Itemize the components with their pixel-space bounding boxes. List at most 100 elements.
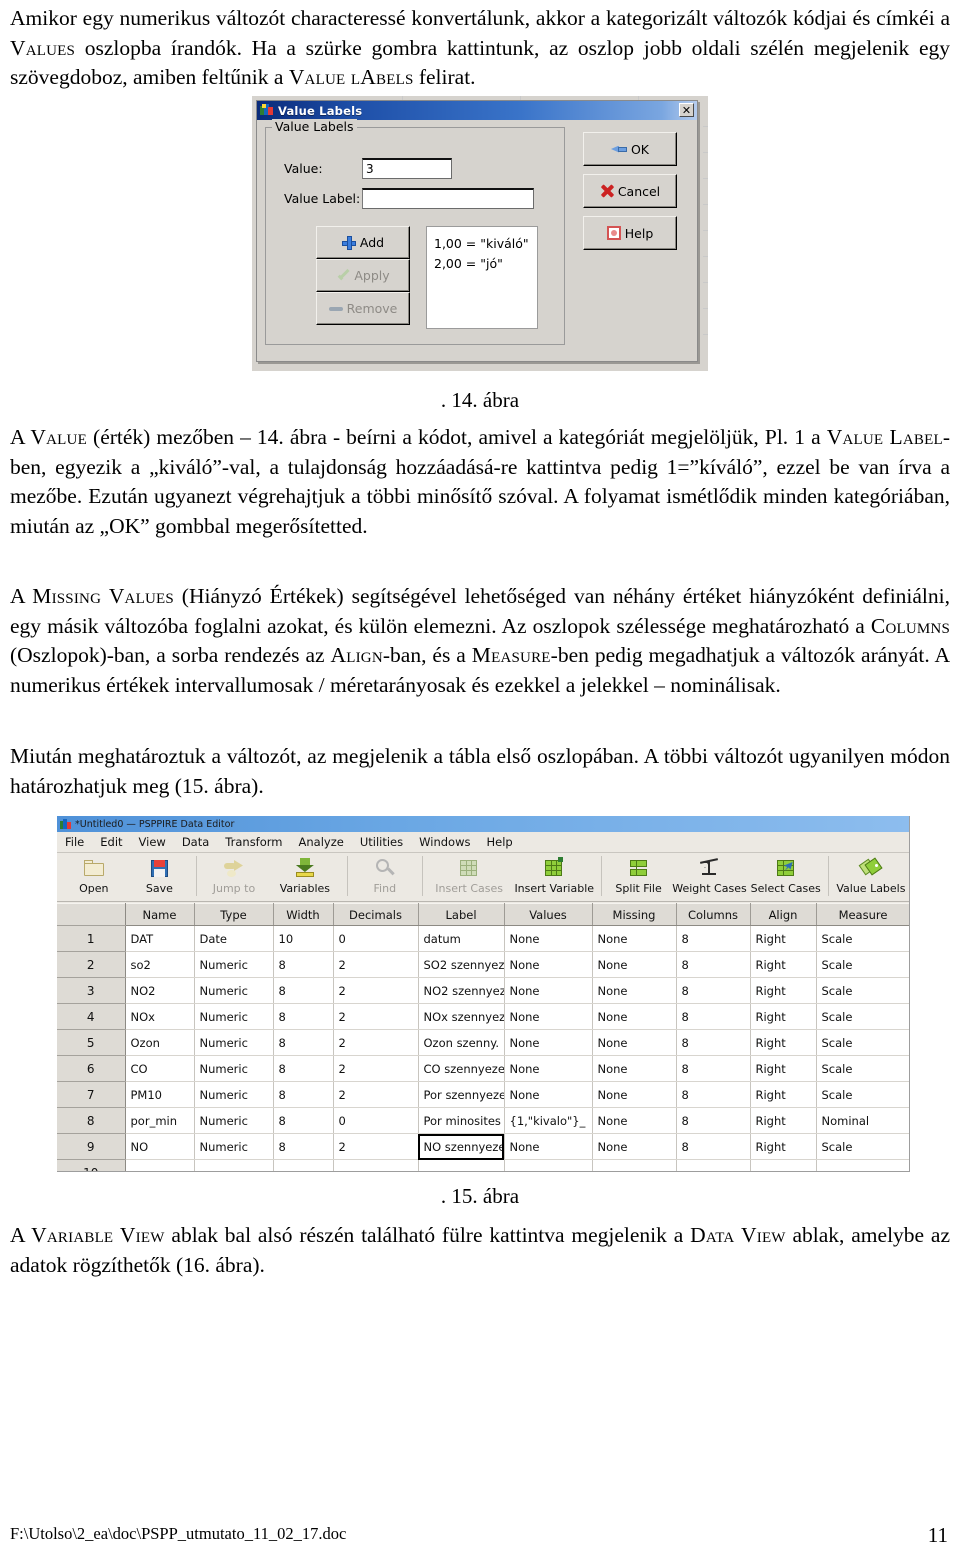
row-header-4[interactable]: 4 (57, 1003, 126, 1030)
cell-name[interactable]: NO (125, 1133, 195, 1160)
cell-decimals[interactable]: 2 (333, 977, 419, 1004)
cell-missing[interactable]: None (592, 1081, 677, 1108)
cell-measure[interactable]: Scale (816, 1055, 909, 1082)
value-labels-list[interactable]: 1,00 = "kiváló" 2,00 = "jó" (426, 226, 538, 329)
cell-label[interactable]: NOx szennyezes (418, 1003, 505, 1030)
row-header-8[interactable]: 8 (57, 1107, 126, 1134)
cell-values[interactable]: None (504, 1003, 593, 1030)
menu-view[interactable]: View (139, 835, 166, 849)
table-row[interactable]: 2so2Numeric82SO2 szennyezesNoneNone8Righ… (57, 951, 909, 978)
cell-missing[interactable] (592, 1159, 677, 1171)
cell-width[interactable]: 8 (273, 1081, 334, 1108)
toolbar-variables-button[interactable]: Variables (267, 853, 343, 901)
toolbar-weight-cases-button[interactable]: Weight Cases (671, 853, 747, 901)
cell-width[interactable]: 8 (273, 1107, 334, 1134)
cell-values[interactable]: {1,"kivalo"}_ (504, 1107, 593, 1134)
cell-width[interactable] (273, 1159, 334, 1171)
col-header-align[interactable]: Align (750, 903, 817, 926)
list-item[interactable]: 2,00 = "jó" (434, 254, 537, 274)
cell-measure[interactable]: Scale (816, 1029, 909, 1056)
cell-width[interactable]: 8 (273, 1003, 334, 1030)
cell-width[interactable]: 8 (273, 977, 334, 1004)
cell-measure[interactable]: Nominal (816, 1107, 909, 1134)
cell-columns[interactable]: 8 (676, 925, 751, 952)
cell-decimals[interactable]: 0 (333, 1107, 419, 1134)
cell-name[interactable] (125, 1159, 195, 1171)
cell-columns[interactable]: 8 (676, 977, 751, 1004)
cell-align[interactable] (750, 1159, 817, 1171)
row-header-10[interactable]: 10 (57, 1159, 126, 1171)
cell-name[interactable]: Ozon (125, 1029, 195, 1056)
col-header-missing[interactable]: Missing (592, 903, 677, 926)
cell-name[interactable]: NO2 (125, 977, 195, 1004)
cell-align[interactable]: Right (750, 1029, 817, 1056)
col-header-label[interactable]: Label (418, 903, 505, 926)
cell-type[interactable]: Numeric (194, 1003, 274, 1030)
col-header-measure[interactable]: Measure (816, 903, 909, 926)
cell-name[interactable]: so2 (125, 951, 195, 978)
dialog-title-bar[interactable]: Value Labels ✕ (257, 101, 697, 120)
cell-type[interactable]: Numeric (194, 951, 274, 978)
cell-measure[interactable]: Scale (816, 1003, 909, 1030)
cell-label[interactable]: NO szennyezes (418, 1133, 505, 1160)
cell-align[interactable]: Right (750, 1133, 817, 1160)
cell-missing[interactable]: None (592, 951, 677, 978)
add-button[interactable]: Add (316, 226, 410, 259)
toolbar-open-button[interactable]: Open (61, 853, 127, 901)
toolbar-save-button[interactable]: Save (127, 853, 193, 901)
table-row[interactable]: 1 DAT Date 10 0 datum None None 8 Right Scale (57, 925, 909, 952)
cell-type[interactable]: Numeric (194, 1029, 274, 1056)
cell-decimals[interactable]: 2 (333, 1029, 419, 1056)
cell-type[interactable]: Numeric (194, 1055, 274, 1082)
cell-columns[interactable]: 8 (676, 1107, 751, 1134)
value-label-input[interactable] (362, 188, 534, 209)
cell-columns[interactable] (676, 1159, 751, 1171)
cell-type[interactable]: Numeric (194, 1081, 274, 1108)
table-row[interactable]: 6 CO Numeric 8 2 CO szennyezes None None 8 Right S… (57, 1055, 909, 1082)
cell-name[interactable]: CO (125, 1055, 195, 1082)
cell-type[interactable]: Date (194, 925, 274, 952)
cell-width[interactable]: 8 (273, 1133, 334, 1160)
row-header-2[interactable]: 2 (57, 951, 126, 978)
cell-values[interactable]: None (504, 951, 593, 978)
cell-missing[interactable]: None (592, 1003, 677, 1030)
cell-measure[interactable]: Scale (816, 1081, 909, 1108)
cell-label[interactable]: Por minosites (418, 1107, 505, 1134)
table-row[interactable]: 4NOxNumeric82NOx szennyezesNoneNone8Righ… (57, 1003, 909, 1030)
cell-name[interactable]: NOx (125, 1003, 195, 1030)
table-row[interactable]: 5 Ozon Numeric 8 2 Ozon szenny. None None 8 Right… (57, 1029, 909, 1056)
psppire-title-bar[interactable]: *Untitled0 — PSPPIRE Data Editor (57, 816, 909, 832)
menu-edit[interactable]: Edit (100, 835, 122, 849)
cell-align[interactable]: Right (750, 951, 817, 978)
cell-width[interactable]: 10 (273, 925, 334, 952)
cell-decimals[interactable]: 2 (333, 1081, 419, 1108)
cell-name[interactable]: PM10 (125, 1081, 195, 1108)
table-row[interactable]: 7 PM10 Numeric 8 2 Por szennyezes None None 8 Rig… (57, 1081, 909, 1108)
cell-align[interactable]: Right (750, 1003, 817, 1030)
close-icon[interactable]: ✕ (679, 103, 694, 117)
cell-decimals[interactable] (333, 1159, 419, 1171)
cell-label[interactable]: SO2 szennyezes (418, 951, 505, 978)
col-header-width[interactable]: Width (273, 903, 334, 926)
cell-type[interactable] (194, 1159, 274, 1171)
col-header-type[interactable]: Type (194, 903, 274, 926)
toolbar-insert-cases-button[interactable]: Insert Cases (427, 853, 512, 901)
toolbar-value-labels-button[interactable]: Value Labels (833, 853, 909, 901)
remove-button[interactable]: Remove (316, 292, 410, 325)
cell-columns[interactable]: 8 (676, 1029, 751, 1056)
row-header-6[interactable]: 6 (57, 1055, 126, 1082)
cell-decimals[interactable]: 2 (333, 951, 419, 978)
col-header-columns[interactable]: Columns (676, 903, 751, 926)
cell-columns[interactable]: 8 (676, 1055, 751, 1082)
row-header-5[interactable]: 5 (57, 1029, 126, 1056)
cancel-button[interactable]: Cancel (583, 174, 677, 208)
toolbar-select-cases-button[interactable]: Select Cases (748, 853, 824, 901)
col-header-corner[interactable] (57, 903, 126, 926)
toolbar-find-button[interactable]: Find (352, 853, 418, 901)
cell-label[interactable]: CO szennyezes (418, 1055, 505, 1082)
col-header-values[interactable]: Values (504, 903, 593, 926)
cell-label[interactable]: Por szennyezes (418, 1081, 505, 1108)
cell-columns[interactable]: 8 (676, 1081, 751, 1108)
variable-view-grid[interactable]: Name Type Width Decimals Label Values Mi… (57, 903, 909, 1171)
ok-button[interactable]: OK (583, 132, 677, 166)
